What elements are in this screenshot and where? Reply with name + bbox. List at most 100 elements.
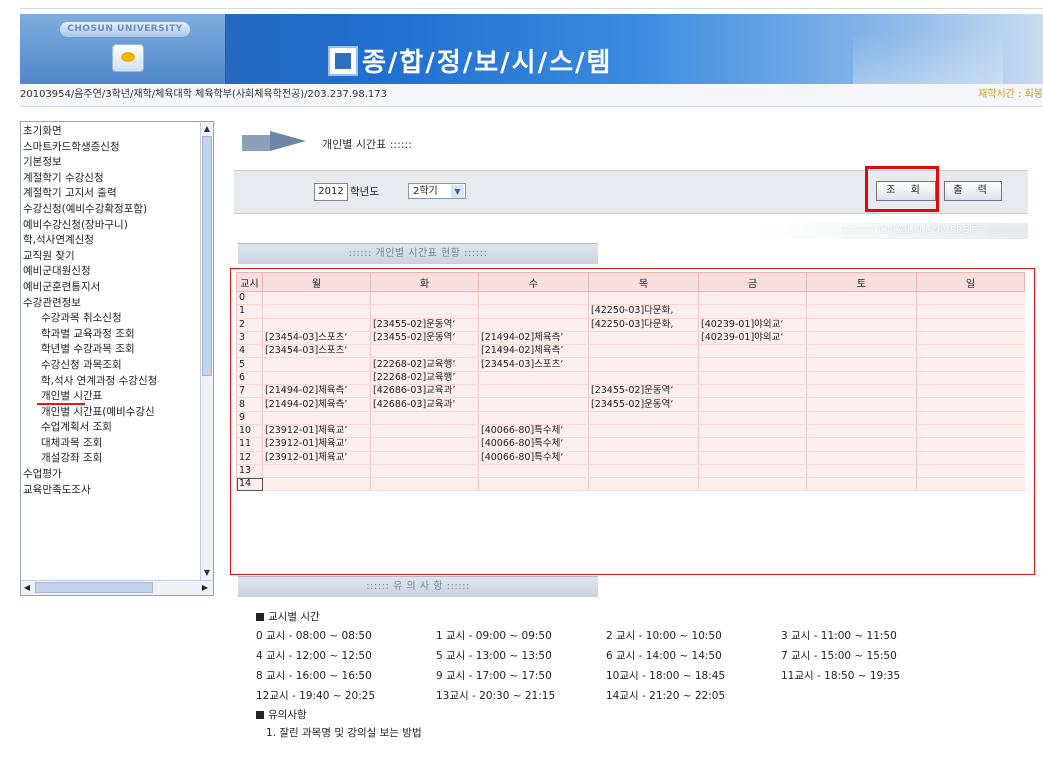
year-input[interactable]: 2012 <box>314 183 348 201</box>
building-graphic-icon <box>853 32 1003 84</box>
course-cell[interactable]: [40239-01]야외교‘ <box>698 318 807 332</box>
table-row: 4 [23454-03]스포츠‘ [21494-02]체육측’ <box>236 344 1025 359</box>
sidebar-item[interactable]: 초기화면 <box>21 124 201 140</box>
course-cell[interactable]: [23912-01]체육교’ <box>262 424 371 439</box>
period-time: 7 교시 - 15:00 ~ 15:50 <box>781 650 897 662</box>
semester-select[interactable]: 2학기 ▼ <box>408 183 466 199</box>
table-row: 13 <box>236 464 1025 479</box>
period-cell[interactable]: 0 <box>236 291 263 306</box>
top-divider <box>20 8 1043 9</box>
query-button-highlight <box>865 166 939 212</box>
course-cell[interactable]: [23455-02]운동역‘ <box>370 318 479 332</box>
square-bullet-icon <box>256 711 264 719</box>
sidebar-item[interactable]: 학과별 교육과정 조회 <box>21 327 201 343</box>
course-cell <box>916 384 1025 399</box>
period-cell[interactable]: 6 <box>236 371 263 386</box>
course-cell[interactable]: [22268-02]교육행’ <box>370 371 479 386</box>
course-cell <box>806 318 917 332</box>
scroll-right-icon[interactable]: ▶ <box>199 581 211 594</box>
period-cell[interactable]: 14 <box>236 477 263 492</box>
period-cell[interactable]: 9 <box>236 411 263 425</box>
sidebar-item[interactable]: 수강과목 취소신청 <box>21 311 201 327</box>
horizontal-scrollbar[interactable]: ◀ ▶ <box>21 580 213 595</box>
period-cell[interactable]: 2 <box>236 318 263 332</box>
sidebar-item[interactable]: 예비군대원신청 <box>21 264 201 280</box>
sidebar-item[interactable]: 수업평가 <box>21 467 201 483</box>
timetable-section-tab: :::::: 개인별 시간표 현황 :::::: <box>238 243 598 264</box>
column-header: 금 <box>698 272 807 292</box>
course-cell[interactable]: [23912-01]체육교’ <box>262 437 371 452</box>
sidebar-item[interactable]: 교육만족도조사 <box>21 483 201 499</box>
course-cell[interactable]: [40239-01]야외교‘ <box>698 331 807 346</box>
course-cell[interactable]: [21494-02]체육측’ <box>262 384 371 399</box>
scroll-up-icon[interactable]: ▲ <box>202 123 212 135</box>
course-cell <box>588 451 699 465</box>
course-cell[interactable]: [23455-02]운동역‘ <box>370 331 479 346</box>
hscroll-thumb[interactable] <box>35 582 153 593</box>
sidebar-item[interactable]: 수강신청(예비수강확정포함) <box>21 202 201 218</box>
course-cell[interactable]: [22268-02]교육행’ <box>370 357 479 372</box>
sidebar-item[interactable]: 예비군훈련통지서 <box>21 280 201 296</box>
vertical-scrollbar[interactable]: ▲ ▼ <box>200 122 213 580</box>
course-cell[interactable]: [42686-03]교육과’ <box>370 384 479 399</box>
sidebar-item[interactable]: 계절학기 고지서 출력 <box>21 186 201 202</box>
course-cell[interactable]: [23454-03]스포츠‘ <box>262 344 371 359</box>
scroll-down-icon[interactable]: ▼ <box>202 567 212 579</box>
course-cell[interactable]: [42250-03]다문화, <box>588 304 699 319</box>
sidebar-item[interactable]: 예비수강신청(장바구니) <box>21 218 201 234</box>
period-time: 12교시 - 19:40 ~ 20:25 <box>256 690 376 702</box>
period-time: 5 교시 - 13:00 ~ 13:50 <box>436 650 552 662</box>
course-cell[interactable]: [23912-01]체육교’ <box>262 451 371 465</box>
scroll-thumb[interactable] <box>202 136 212 376</box>
course-cell[interactable]: [23455-02]운동역‘ <box>588 397 699 412</box>
period-cell[interactable]: 12 <box>236 451 263 465</box>
course-cell[interactable]: [21494-02]체육측’ <box>478 331 589 346</box>
course-cell[interactable]: [40066-80]특수체‘ <box>478 451 589 465</box>
course-cell <box>478 371 589 386</box>
chevron-down-icon[interactable]: ▼ <box>451 185 464 198</box>
sidebar-item[interactable]: 교직원 찾기 <box>21 249 201 265</box>
sidebar-item[interactable]: 대체과목 조회 <box>21 436 201 452</box>
sidebar-item[interactable]: 학,석사 연계과정 수강신청 <box>21 374 201 390</box>
course-cell[interactable]: [23454-03]스포츠‘ <box>478 357 589 372</box>
period-cell[interactable]: 10 <box>236 424 263 439</box>
course-cell[interactable]: [40066-80]특수체‘ <box>478 424 589 439</box>
course-cell[interactable]: [23454-03]스포츠‘ <box>262 331 371 346</box>
sidebar-item[interactable]: 개인별 시간표(예비수강신 <box>21 405 201 421</box>
course-cell <box>698 424 807 439</box>
course-cell <box>478 397 589 412</box>
course-cell <box>370 291 479 306</box>
sidebar-item[interactable]: 수업계획서 조회 <box>21 420 201 436</box>
course-cell[interactable]: [40066-80]특수체‘ <box>478 437 589 452</box>
sidebar-item[interactable]: 수강관련정보 <box>21 296 201 312</box>
period-cell[interactable]: 13 <box>236 464 263 479</box>
period-cell[interactable]: 1 <box>236 304 263 319</box>
sidebar-item[interactable]: 학년별 수강과목 조회 <box>21 342 201 358</box>
top-links[interactable]: 재학시간 : 회봉 <box>978 84 1043 106</box>
sidebar-item[interactable]: 수강신청 과목조회 <box>21 358 201 374</box>
sidebar-item[interactable]: 스마트카드학생증신청 <box>21 140 201 156</box>
period-cell[interactable]: 11 <box>236 437 263 452</box>
sidebar-item[interactable]: 학,석사연계신청 <box>21 233 201 249</box>
sidebar-item[interactable]: 개설강좌 조회 <box>21 451 201 467</box>
sidebar-item[interactable]: 계절학기 수강신청 <box>21 171 201 187</box>
print-button[interactable]: 출 력 <box>944 181 1002 201</box>
course-cell <box>262 357 371 372</box>
course-cell[interactable]: [21494-02]체육측’ <box>262 397 371 412</box>
sidebar-item[interactable]: 기본정보 <box>21 155 201 171</box>
period-cell[interactable]: 3 <box>236 331 263 346</box>
course-cell <box>478 477 589 492</box>
period-cell[interactable]: 5 <box>236 357 263 372</box>
period-time: 14교시 - 21:20 ~ 22:05 <box>606 690 726 702</box>
course-cell[interactable]: [42686-03]교육과’ <box>370 397 479 412</box>
period-cell[interactable]: 8 <box>236 397 263 412</box>
course-cell[interactable]: [21494-02]체육측’ <box>478 344 589 359</box>
period-cell[interactable]: 4 <box>236 344 263 359</box>
period-cell[interactable]: 7 <box>236 384 263 399</box>
logo-area[interactable]: CHOSUN UNIVERSITY <box>20 14 226 84</box>
course-cell[interactable]: [42250-03]다문화, <box>588 318 699 332</box>
course-cell[interactable]: [23455-02]운동역‘ <box>588 384 699 399</box>
course-cell <box>916 464 1025 479</box>
home-icon[interactable] <box>112 44 144 72</box>
scroll-left-icon[interactable]: ◀ <box>21 581 33 594</box>
